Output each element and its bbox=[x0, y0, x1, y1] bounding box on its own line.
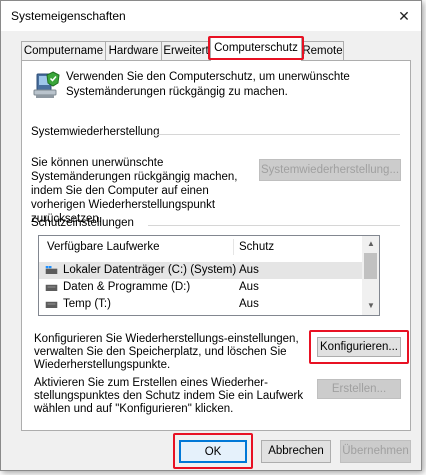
drive-row[interactable]: Temp (T:) Aus bbox=[39, 296, 363, 313]
tab-computername[interactable]: Computername bbox=[21, 41, 106, 60]
scroll-up-arrow-icon[interactable]: ▲ bbox=[367, 239, 375, 248]
drive-icon bbox=[45, 301, 58, 308]
drive-list[interactable]: Verfügbare Laufwerke Schutz Lokaler Date… bbox=[38, 235, 380, 316]
configure-highlight bbox=[309, 330, 409, 364]
tab-hardware[interactable]: Hardware bbox=[105, 41, 162, 60]
drive-row[interactable]: Lokaler Datenträger (C:) (System) Aus bbox=[39, 262, 363, 279]
system-restore-button[interactable]: Systemwiederherstellung... bbox=[259, 159, 401, 181]
drive-name: Daten & Programme (D:) bbox=[63, 281, 191, 293]
tab-highlight bbox=[208, 36, 304, 60]
system-drive-icon bbox=[45, 266, 58, 274]
column-header-protection[interactable]: Schutz bbox=[239, 236, 319, 258]
drive-list-scrollbar[interactable]: ▲ ▼ bbox=[362, 236, 379, 315]
column-divider bbox=[233, 239, 234, 255]
close-icon: ✕ bbox=[398, 7, 410, 24]
scrollbar-thumb[interactable] bbox=[364, 253, 377, 279]
title-bar: Systemeigenschaften ✕ bbox=[1, 1, 421, 31]
create-button[interactable]: Erstellen... bbox=[317, 379, 401, 399]
create-description: Aktivieren Sie zum Erstellen eines Wiede… bbox=[34, 377, 304, 415]
scroll-down-arrow-icon[interactable]: ▼ bbox=[367, 301, 375, 310]
column-header-drives[interactable]: Verfügbare Laufwerke bbox=[47, 236, 227, 258]
restore-section-title: Systemwiederherstellung bbox=[31, 126, 160, 138]
drive-status: Aus bbox=[239, 264, 259, 276]
drive-name: Temp (T:) bbox=[63, 298, 111, 310]
restore-description: Sie können unerwünschte Systemänderungen… bbox=[31, 157, 238, 225]
drive-status: Aus bbox=[239, 281, 259, 293]
intro-text: Verwenden Sie den Computerschutz, um une… bbox=[66, 71, 350, 98]
restore-section-divider bbox=[152, 134, 400, 135]
dialog-title: Systemeigenschaften bbox=[11, 9, 126, 23]
tab-erweitert[interactable]: Erweitert bbox=[161, 41, 211, 60]
drive-row[interactable]: Daten & Programme (D:) Aus bbox=[39, 279, 363, 296]
apply-button[interactable]: Übernehmen bbox=[340, 440, 411, 463]
cancel-button[interactable]: Abbrechen bbox=[261, 440, 331, 463]
settings-section-title: Schutzeinstellungen bbox=[31, 217, 134, 229]
close-button[interactable]: ✕ bbox=[387, 1, 421, 31]
computerschutz-panel: Verwenden Sie den Computerschutz, um une… bbox=[21, 60, 411, 431]
drive-name: Lokaler Datenträger (C:) (System) bbox=[63, 264, 237, 276]
drive-status: Aus bbox=[239, 298, 259, 310]
tab-remote[interactable]: Remote bbox=[301, 41, 344, 60]
ok-highlight bbox=[173, 433, 253, 469]
settings-section-divider bbox=[148, 225, 400, 226]
drive-icon bbox=[45, 284, 58, 291]
system-protection-icon bbox=[33, 71, 60, 98]
system-properties-dialog: Systemeigenschaften ✕ Computername Hardw… bbox=[0, 0, 422, 471]
configure-description: Konfigurieren Sie Wiederherstellungs-ein… bbox=[34, 333, 299, 371]
